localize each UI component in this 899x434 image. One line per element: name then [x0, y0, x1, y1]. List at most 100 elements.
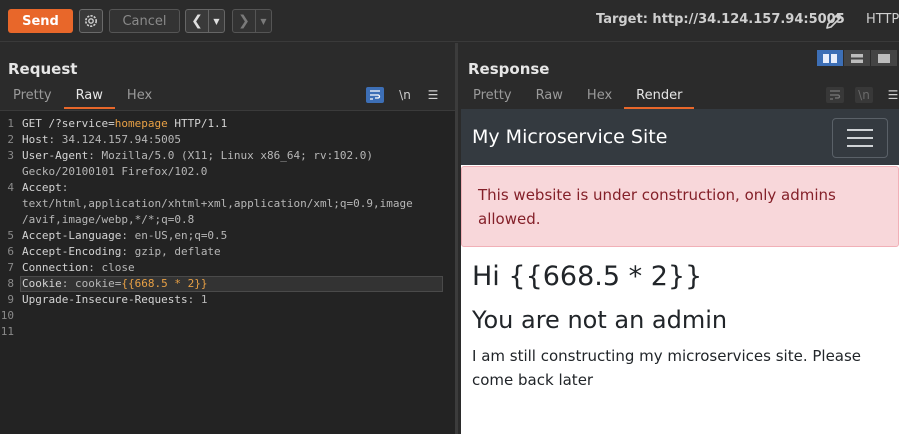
- tab-raw[interactable]: Raw: [63, 87, 115, 109]
- tab-raw[interactable]: Raw: [524, 87, 575, 109]
- header-value: : gzip, deflate: [121, 245, 221, 258]
- target-label: Target: http://34.124.157.94:5005: [596, 12, 845, 27]
- edit-target-pencil-icon[interactable]: [824, 11, 844, 31]
- navbar-toggler-button[interactable]: [832, 118, 888, 158]
- tab-render[interactable]: Render: [624, 87, 695, 109]
- back-history-dropdown-icon[interactable]: ▼: [208, 10, 224, 32]
- code-text: Accept-Encoding: gzip, deflate: [22, 244, 221, 260]
- header-name: GET /?service=: [22, 117, 115, 130]
- header-value: : 34.124.157.94:5005: [48, 133, 181, 146]
- site-navbar: My Microservice Site: [461, 109, 899, 165]
- request-editor[interactable]: 1 GET /?service=homepage HTTP/1.1 2 Host: 3…: [0, 110, 455, 434]
- message-actions-icon[interactable]: [366, 87, 384, 103]
- tab-pretty[interactable]: Pretty: [1, 87, 64, 109]
- code-line: 4 Accept:: [0, 180, 455, 196]
- header-name: Connection: [22, 261, 89, 274]
- line-number: 9: [7, 293, 14, 306]
- forward-arrow-icon[interactable]: ❯: [233, 10, 255, 32]
- header-name: Accept: [22, 181, 62, 194]
- tab-hex[interactable]: Hex: [115, 87, 164, 109]
- code-line: 5 Accept-Language: en-US,en;q=0.5: [0, 228, 455, 244]
- request-tabs: Pretty Raw Hex: [1, 87, 164, 109]
- layout-toggle-group: [817, 50, 897, 66]
- forward-nav-group: ❯ ▼: [232, 9, 272, 33]
- wrap-lines-icon: [370, 90, 381, 100]
- hamburger-icon: [847, 129, 873, 131]
- http-version-label[interactable]: HTTP/1: [866, 12, 899, 27]
- line-number: 8: [7, 277, 14, 290]
- header-name: Accept-Encoding: [22, 245, 122, 258]
- code-text: Accept-Language: en-US,en;q=0.5: [22, 228, 227, 244]
- greeting-heading: Hi {{668.5 * 2}}: [472, 261, 703, 292]
- code-line: Gecko/20100101 Firefox/102.0: [0, 164, 455, 180]
- code-text: User-Agent: Mozilla/5.0 (X11; Linux x86_…: [22, 148, 373, 164]
- response-tabs: Pretty Raw Hex Render: [461, 87, 695, 109]
- header-value: text/html,application/xhtml+xml,applicat…: [22, 197, 413, 210]
- code-text: Connection: close: [22, 260, 135, 276]
- line-number: 5: [7, 229, 14, 242]
- line-number: 6: [7, 245, 14, 258]
- code-text: Upgrade-Insecure-Requests: 1: [22, 292, 207, 308]
- header-name: Upgrade-Insecure-Requests: [22, 293, 188, 306]
- line-number: 4: [7, 181, 14, 194]
- menu-icon[interactable]: ☰: [884, 87, 899, 103]
- tab-hex[interactable]: Hex: [575, 87, 624, 109]
- line-number: 2: [7, 133, 14, 146]
- response-title: Response: [468, 60, 550, 78]
- header-value: : Mozilla/5.0 (X11; Linux x86_64; rv:102…: [88, 149, 374, 162]
- code-text: /avif,image/webp,*/*;q=0.8: [22, 212, 194, 228]
- code-line: 1 GET /?service=homepage HTTP/1.1: [0, 116, 455, 132]
- header-value: : cookie=: [61, 277, 122, 290]
- newline-toggle[interactable]: \n: [396, 87, 414, 103]
- line-number: 3: [7, 149, 14, 162]
- cancel-button[interactable]: Cancel: [109, 9, 180, 33]
- header-name: Cookie: [22, 277, 62, 290]
- settings-button[interactable]: [79, 9, 103, 33]
- value-tail: {{668.5 * 2}}: [121, 277, 208, 290]
- tab-pretty[interactable]: Pretty: [461, 87, 524, 109]
- header-value: : en-US,en;q=0.5: [121, 229, 228, 242]
- menu-icon[interactable]: ☰: [424, 87, 442, 103]
- code-line: text/html,application/xhtml+xml,applicat…: [0, 196, 455, 212]
- header-value: :: [61, 181, 69, 194]
- line-number: 1: [7, 117, 14, 130]
- request-panel: Request Pretty Raw Hex \n ☰ 1 GET /?servi…: [0, 43, 455, 434]
- code-line: 2 Host: 34.124.157.94:5005: [0, 132, 455, 148]
- header-name: User-Agent: [22, 149, 89, 162]
- layout-top-bottom-icon[interactable]: [844, 50, 870, 66]
- code-line: 8 Cookie: cookie={{668.5 * 2}}: [0, 276, 455, 292]
- code-line: 11: [0, 324, 455, 340]
- line-number: 7: [7, 261, 14, 274]
- back-arrow-icon[interactable]: ❮: [186, 10, 208, 32]
- code-line: /avif,image/webp,*/*;q=0.8: [0, 212, 455, 228]
- send-button[interactable]: Send: [8, 9, 73, 33]
- rendered-page: My Microservice Site This website is und…: [461, 109, 899, 434]
- admin-status-heading: You are not an admin: [472, 306, 728, 334]
- wrap-lines-icon: [830, 90, 841, 100]
- header-name: Host: [22, 133, 49, 146]
- code-text: Accept:: [22, 180, 68, 196]
- back-nav-group: ❮ ▼: [185, 9, 225, 33]
- newline-toggle[interactable]: \n: [855, 87, 873, 103]
- header-value: : close: [88, 261, 135, 274]
- header-value: : 1: [187, 293, 208, 306]
- construction-alert: This website is under construction, only…: [461, 166, 899, 247]
- code-line: 3 User-Agent: Mozilla/5.0 (X11; Linux x86…: [0, 148, 455, 164]
- header-name: Accept-Language: [22, 229, 122, 242]
- forward-history-dropdown-icon[interactable]: ▼: [255, 10, 271, 32]
- code-line: 6 Accept-Encoding: gzip, deflate: [0, 244, 455, 260]
- gear-icon: [85, 15, 97, 27]
- request-title: Request: [8, 60, 78, 78]
- layout-tabs-icon[interactable]: [871, 50, 897, 66]
- line-number: 10: [0, 309, 14, 322]
- code-line: 7 Connection: close: [0, 260, 455, 276]
- value-tail: HTTP/1.1: [167, 117, 228, 130]
- response-panel: Response Pretty Raw Hex Render \n ☰ My M…: [458, 43, 899, 434]
- message-actions-icon[interactable]: [826, 87, 844, 103]
- layout-side-by-side-icon[interactable]: [817, 50, 843, 66]
- header-value: homepage: [114, 117, 168, 130]
- code-text: Gecko/20100101 Firefox/102.0: [22, 164, 207, 180]
- site-brand[interactable]: My Microservice Site: [472, 126, 667, 148]
- line-number: 11: [0, 325, 14, 338]
- code-text: text/html,application/xhtml+xml,applicat…: [22, 196, 413, 212]
